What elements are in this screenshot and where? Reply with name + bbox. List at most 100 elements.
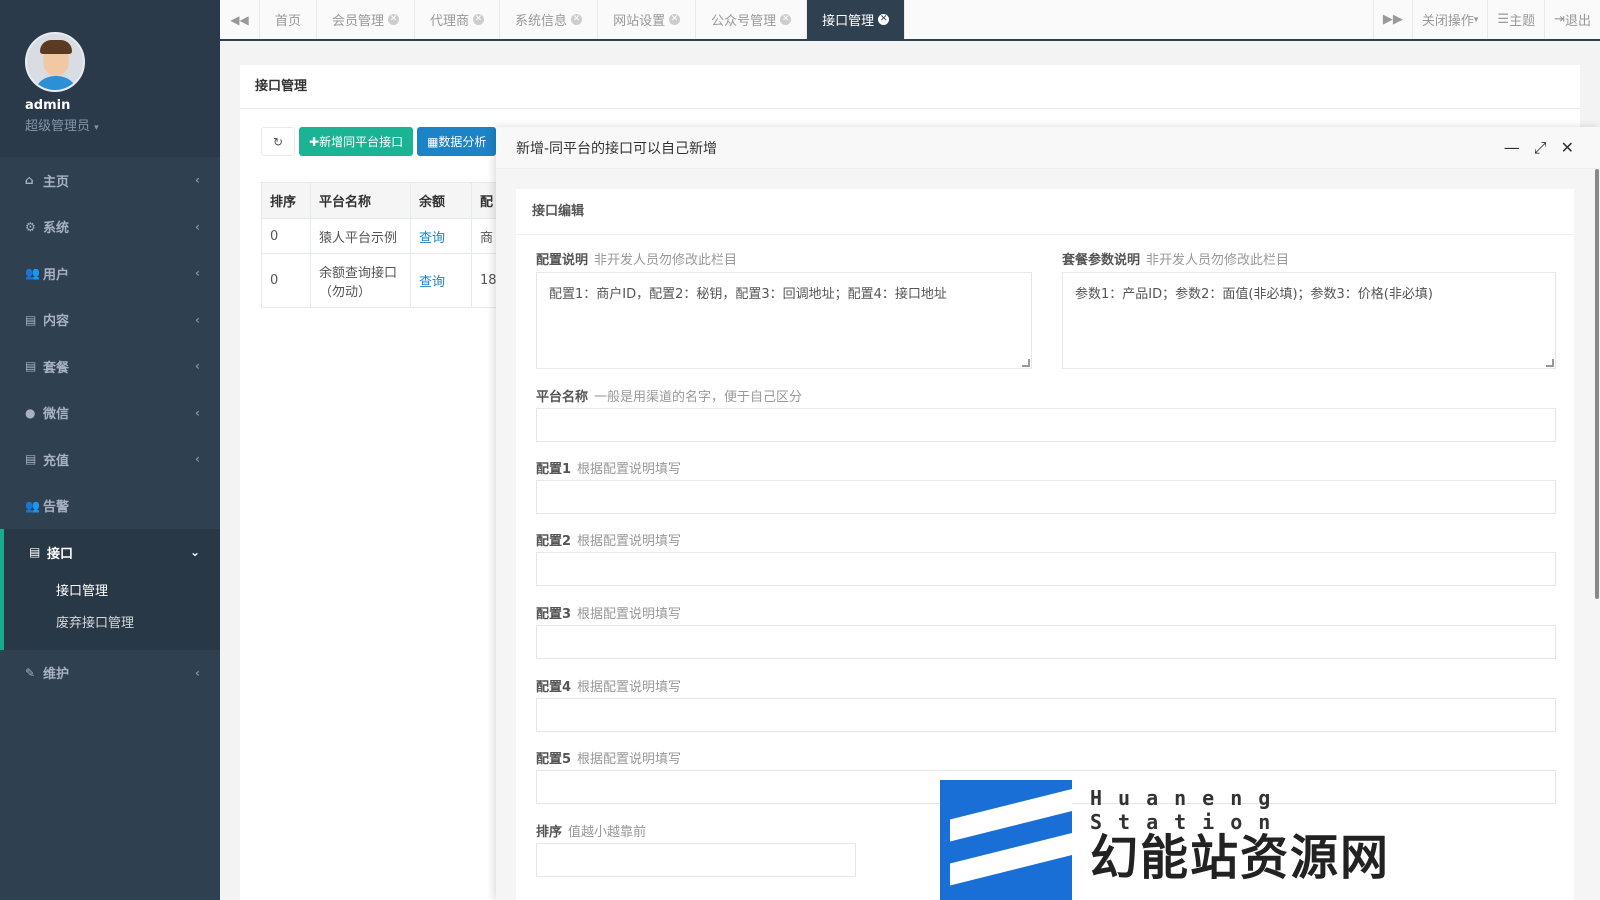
close-operations-dropdown[interactable]: 关闭操作 ▾ xyxy=(1411,0,1488,39)
tab-label: 公众号管理 xyxy=(711,14,777,29)
chevron-left-icon: ‹ xyxy=(195,173,200,188)
close-tab-icon[interactable]: ✕ xyxy=(780,14,792,25)
data-analysis-button[interactable]: ▦ 数据分析 xyxy=(417,127,497,156)
add-interface-label: 新增同平台接口 xyxy=(319,135,404,149)
refresh-button[interactable]: ↻ xyxy=(261,127,295,156)
chevron-left-icon: ‹ xyxy=(195,359,200,374)
sidebar-subitem-interface-manage[interactable]: 接口管理 xyxy=(4,576,220,608)
config2-input[interactable] xyxy=(536,552,1556,586)
tab-label: 网站设置 xyxy=(613,14,666,29)
close-operations-label: 关闭操作 xyxy=(1421,14,1474,29)
refresh-icon: ↻ xyxy=(272,134,284,149)
query-balance-link[interactable]: 查询 xyxy=(419,231,445,246)
logout-button[interactable]: ⇥ 退出 xyxy=(1544,0,1600,39)
close-tab-icon[interactable]: ✕ xyxy=(388,14,400,25)
field-label: 配置2 xyxy=(536,534,572,549)
field-hint: 根据配置说明填写 xyxy=(577,752,682,767)
section-title: 接口编辑 xyxy=(516,189,1574,235)
config3-input[interactable] xyxy=(536,625,1556,659)
cell-name: 猿人平台示例 xyxy=(310,218,411,254)
field-label: 套餐参数说明 xyxy=(1062,253,1141,268)
sign-out-icon: ⇥ xyxy=(1554,12,1565,27)
config1-label: 配置1 根据配置说明填写 xyxy=(536,458,681,477)
maximize-icon[interactable]: ⤢ xyxy=(1534,138,1547,158)
cell-balance: 查询 xyxy=(410,218,472,254)
tab-site-settings[interactable]: 网站设置 ✕ xyxy=(598,0,697,39)
sidebar-subitem-deprecated-interface[interactable]: 废弃接口管理 xyxy=(4,608,220,640)
file-icon: ▤ xyxy=(25,312,37,327)
add-interface-button[interactable]: ✚ 新增同平台接口 xyxy=(299,127,414,156)
config5-label: 配置5 根据配置说明填写 xyxy=(536,748,681,767)
forward-icon: ▶▶ xyxy=(1382,12,1403,27)
config1-input[interactable] xyxy=(536,480,1556,514)
cell-balance: 查询 xyxy=(410,253,472,308)
sidebar-item-maintenance[interactable]: ✎ 维护 ‹ xyxy=(0,650,220,697)
logo-chinese-text: 幻能站资源网 xyxy=(1090,830,1391,886)
chevron-left-icon: ‹ xyxy=(195,452,200,467)
sidebar-item-home[interactable]: ⌂ 主页 ‹ xyxy=(0,157,220,204)
config-desc-textarea[interactable]: 配置1：商户ID，配置2：秘钥，配置3：回调地址；配置4：接口地址 xyxy=(536,272,1032,369)
sort-input[interactable] xyxy=(536,843,856,877)
sidebar-item-recharge[interactable]: ▤ 充值 ‹ xyxy=(0,436,220,483)
field-hint: 值越小越靠前 xyxy=(568,825,647,840)
sidebar-item-content[interactable]: ▤ 内容 ‹ xyxy=(0,297,220,344)
config-desc-value: 配置1：商户ID，配置2：秘钥，配置3：回调地址；配置4：接口地址 xyxy=(549,287,947,302)
sidebar-item-label: 维护 xyxy=(43,667,70,683)
cell-name: 余额查询接口（勿动） xyxy=(310,253,411,308)
resize-handle-icon[interactable] xyxy=(1546,359,1554,367)
top-tab-bar: ◀◀ 首页 会员管理 ✕ 代理商 ✕ 系统信息 ✕ 网站设置 ✕ 公众号管理 ✕ 接口管理… xyxy=(220,0,1600,41)
tab-interface-manage[interactable]: 接口管理 ✕ xyxy=(807,0,906,39)
cell-sort: 0 xyxy=(261,253,311,308)
avatar[interactable] xyxy=(25,32,85,92)
param-desc-textarea[interactable]: 参数1：产品ID；参数2：面值(非必填)；参数3：价格(非必填) xyxy=(1062,272,1556,369)
sidebar-item-package[interactable]: ▤ 套餐 ‹ xyxy=(0,343,220,390)
tab-system-info[interactable]: 系统信息 ✕ xyxy=(500,0,599,39)
theme-icon: ☰ xyxy=(1497,12,1510,27)
user-role-label: 超级管理员 xyxy=(25,119,91,134)
scrollbar-thumb[interactable] xyxy=(1595,169,1599,599)
tab-label: 接口管理 xyxy=(822,14,875,29)
config-desc-label: 配置说明 非开发人员勿修改此栏目 xyxy=(536,249,737,268)
field-hint: 非开发人员勿修改此栏目 xyxy=(594,253,738,268)
scroll-tabs-left-button[interactable]: ◀◀ xyxy=(220,0,260,39)
table-header-row: 排序 平台名称 余额 配 xyxy=(261,182,512,219)
close-tab-icon[interactable]: ✕ xyxy=(878,14,890,25)
sidebar-item-alert[interactable]: 👥 告警 xyxy=(0,483,220,530)
field-hint: 根据配置说明填写 xyxy=(577,607,682,622)
sidebar-nav: ⌂ 主页 ‹ ⚙ 系统 ‹ 👥 用户 ‹ ▤ 内容 ‹ ▤ 套餐 ‹ ● 微信 ‹ ▤ 充值 ‹ 👥 告警 ▤… xyxy=(0,157,220,696)
close-tab-icon[interactable]: ✕ xyxy=(571,14,583,25)
dialog-controls: — ⤢ ✕ xyxy=(1504,138,1600,158)
column-header[interactable]: 余额 xyxy=(410,182,472,219)
logo-mark-icon xyxy=(940,780,1072,900)
dialog-scrollbar[interactable] xyxy=(1592,169,1600,599)
data-analysis-label: 数据分析 xyxy=(438,135,487,149)
user-role-dropdown[interactable]: 超级管理员 ▾ xyxy=(25,115,220,134)
sidebar-item-label: 套餐 xyxy=(43,360,70,376)
table-row: 0 猿人平台示例 查询 商 xyxy=(261,218,512,254)
sidebar-item-interface[interactable]: ▤ 接口 ⌄ xyxy=(4,529,220,576)
sidebar-item-wechat[interactable]: ● 微信 ‹ xyxy=(0,390,220,437)
tab-agent[interactable]: 代理商 ✕ xyxy=(415,0,501,39)
watermark-logo: Huaneng Station 幻能站资源网 xyxy=(940,780,1460,900)
close-tab-icon[interactable]: ✕ xyxy=(473,14,485,25)
sidebar-item-system[interactable]: ⚙ 系统 ‹ xyxy=(0,204,220,251)
config4-input[interactable] xyxy=(536,698,1556,732)
config2-label: 配置2 根据配置说明填写 xyxy=(536,530,681,549)
query-balance-link[interactable]: 查询 xyxy=(419,275,445,290)
tab-official-account[interactable]: 公众号管理 ✕ xyxy=(696,0,808,39)
interface-table: 排序 平台名称 余额 配 0 猿人平台示例 查询 商 0 余额查询接口（勿动） … xyxy=(261,182,512,308)
theme-button[interactable]: ☰ 主题 xyxy=(1487,0,1544,39)
close-icon[interactable]: ✕ xyxy=(1561,138,1574,158)
tab-label: 代理商 xyxy=(430,14,470,29)
column-header[interactable]: 排序 xyxy=(261,182,311,219)
minimize-icon[interactable]: — xyxy=(1504,138,1520,158)
column-header[interactable]: 平台名称 xyxy=(310,182,411,219)
platform-name-input[interactable] xyxy=(536,408,1556,442)
sidebar-item-users[interactable]: 👥 用户 ‹ xyxy=(0,250,220,297)
wrench-icon: ✎ xyxy=(25,665,36,680)
close-tab-icon[interactable]: ✕ xyxy=(669,14,681,25)
scroll-tabs-right-button[interactable]: ▶▶ xyxy=(1372,0,1412,39)
tab-member-manage[interactable]: 会员管理 ✕ xyxy=(317,0,416,39)
resize-handle-icon[interactable] xyxy=(1022,359,1030,367)
tab-home[interactable]: 首页 xyxy=(260,0,318,39)
